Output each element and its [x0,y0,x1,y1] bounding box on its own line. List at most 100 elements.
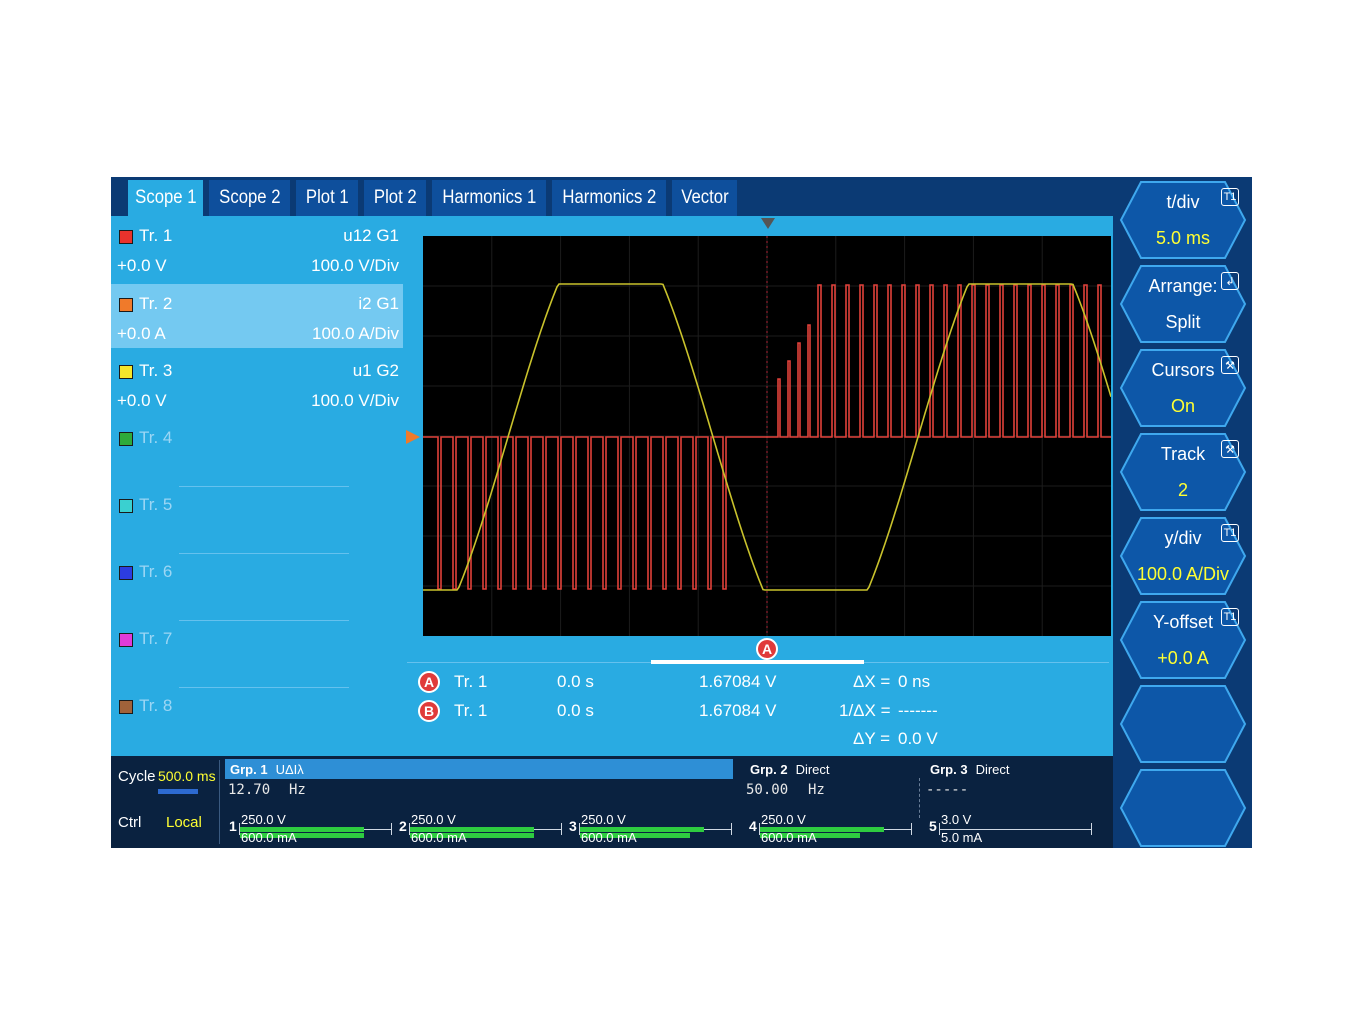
scroll-position-bar[interactable] [651,660,864,664]
cursor-b-value: 1.67084 V [699,701,777,720]
group-name: Grp. 3 [930,761,968,777]
group-1-frequency: 12.70 [228,782,271,798]
group-mode: Direct [975,761,1010,777]
trace-offset: +0.0 V [117,391,167,410]
tab-harmonics-2[interactable]: Harmonics 2 [552,180,666,216]
trace-color-swatch [119,566,133,580]
group-2-header[interactable]: Grp. 2 Direct [745,759,915,779]
trace-name: Tr. 8 [139,696,173,715]
tab-plot-1[interactable]: Plot 1 [296,180,358,216]
trace-4[interactable]: Tr. 4 [111,418,403,482]
trace-color-swatch [119,633,133,647]
cursor-a-marker[interactable]: A [756,638,778,660]
range-tick [939,823,940,835]
range-tick [911,823,912,835]
tab-scope-1[interactable]: Scope 1 [128,180,203,216]
trace-color-swatch [119,365,133,379]
channel-5[interactable]: 5 3.0 V 5.0 mA [929,812,1099,848]
scope-display[interactable] [423,236,1111,636]
status-divider [919,778,920,818]
group-2-frequency-unit: Hz [808,782,825,798]
trace-3[interactable]: Tr. 3 u1 G2 +0.0 V 100.0 V/Div [111,351,403,415]
channel-voltage-range: 250.0 V [581,812,626,827]
cursor-b-icon: B [418,700,440,722]
trace-source: u12 G1 [343,226,399,245]
channel-1[interactable]: 1 250.0 V 600.0 mA [229,812,399,848]
trace-name: Tr. 4 [139,428,173,447]
softkey-label: Arrange: [1148,276,1218,296]
trace-offset: +0.0 A [117,324,166,343]
channel-3[interactable]: 3 250.0 V 600.0 mA [569,812,739,848]
softkey-value: Split [1165,312,1201,332]
cursor-b-time: 0.0 s [557,701,594,720]
trace-color-swatch [119,700,133,714]
softkey-arrange[interactable]: ↲ Arrange: Split [1119,264,1247,344]
softkey-value: +0.0 A [1157,648,1209,668]
trace-5[interactable]: Tr. 5 [111,485,403,549]
channel-number: 4 [749,818,757,834]
trace-1[interactable]: Tr. 1 u12 G1 +0.0 V 100.0 V/Div [111,216,403,280]
delta-x-value: 0 ns [898,672,931,691]
softkey-y-offset[interactable]: T1 Y-offset +0.0 A [1119,600,1247,680]
channel-voltage-range: 250.0 V [241,812,286,827]
softkey-y-per-div[interactable]: T1 y/div 100.0 A/Div [1119,516,1247,596]
trace-source: i2 G1 [358,294,399,313]
delta-y-value: 0.0 V [898,729,938,748]
tab-vector[interactable]: Vector [672,180,737,216]
trace-name: Tr. 2 [139,294,173,313]
range-tick [561,823,562,835]
trace-offset: +0.0 V [117,256,167,275]
trace-color-swatch [119,432,133,446]
trace-6[interactable]: Tr. 6 [111,552,403,616]
group-name: Grp. 1 [230,761,268,777]
cursor-b-trace: Tr. 1 [454,701,488,720]
trace-8[interactable]: Tr. 8 [111,686,403,750]
trace-2[interactable]: Tr. 2 i2 G1 +0.0 A 100.0 A/Div [111,284,403,348]
channel-voltage-range: 250.0 V [761,812,806,827]
channel-4[interactable]: 4 250.0 V 600.0 mA [749,812,919,848]
zero-level-marker-icon[interactable] [406,430,420,444]
group-1-header[interactable]: Grp. 1 UΔIλ [225,759,733,779]
channel-number: 1 [229,818,237,834]
channel-current-range: 5.0 mA [941,830,983,845]
cursor-a-icon: A [418,671,440,693]
group-3-frequency: ----- [926,782,969,798]
range-tick [731,823,732,835]
softkey-label: Y-offset [1152,612,1214,632]
channel-current-range: 600.0 mA [581,830,637,845]
group-mode: UΔIλ [275,761,304,777]
softkey-label: t/div [1166,192,1200,212]
group-name: Grp. 2 [750,761,788,777]
tab-harmonics-1[interactable]: Harmonics 1 [432,180,546,216]
softkey-label: Cursors [1151,360,1215,380]
range-tick [391,823,392,835]
softkey-empty-8[interactable] [1119,768,1247,848]
tab-plot-2[interactable]: Plot 2 [364,180,426,216]
trace-7[interactable]: Tr. 7 [111,619,403,683]
softkey-value: 5.0 ms [1155,228,1211,248]
power-analyzer-screen: Scope 1 Scope 2 Plot 1 Plot 2 Harmonics … [111,177,1252,848]
channel-current-range: 600.0 mA [761,830,817,845]
softkey-cursors[interactable]: ⚒ Cursors On [1119,348,1247,428]
group-3-header[interactable]: Grp. 3 Direct [925,759,1095,779]
ctrl-value: Local [166,814,202,831]
delta-x-label: ΔX = [853,672,891,691]
tab-scope-2[interactable]: Scope 2 [209,180,290,216]
trace-name: Tr. 1 [139,226,173,245]
softkey-track[interactable]: ⚒ Track 2 [1119,432,1247,512]
tab-bar: Scope 1 Scope 2 Plot 1 Plot 2 Harmonics … [111,177,1113,216]
trace-name: Tr. 7 [139,629,173,648]
trace-name: Tr. 3 [139,361,173,380]
softkey-empty-7[interactable] [1119,684,1247,764]
trace-color-swatch [119,298,133,312]
cursor-a-value: 1.67084 V [699,672,777,691]
trace-name: Tr. 5 [139,495,173,514]
delta-y-label: ΔY = [853,729,891,748]
group-mode: Direct [795,761,830,777]
channel-2[interactable]: 2 250.0 V 600.0 mA [399,812,569,848]
trigger-position-marker-icon[interactable] [761,218,775,230]
softkey-time-per-div[interactable]: T1 t/div 5.0 ms [1119,180,1247,260]
status-bar: Cycle 500.0 ms Ctrl Local Grp. 1 UΔIλ 12… [111,756,1113,848]
channel-voltage-range: 3.0 V [941,812,972,827]
cycle-label: Cycle [118,768,156,785]
